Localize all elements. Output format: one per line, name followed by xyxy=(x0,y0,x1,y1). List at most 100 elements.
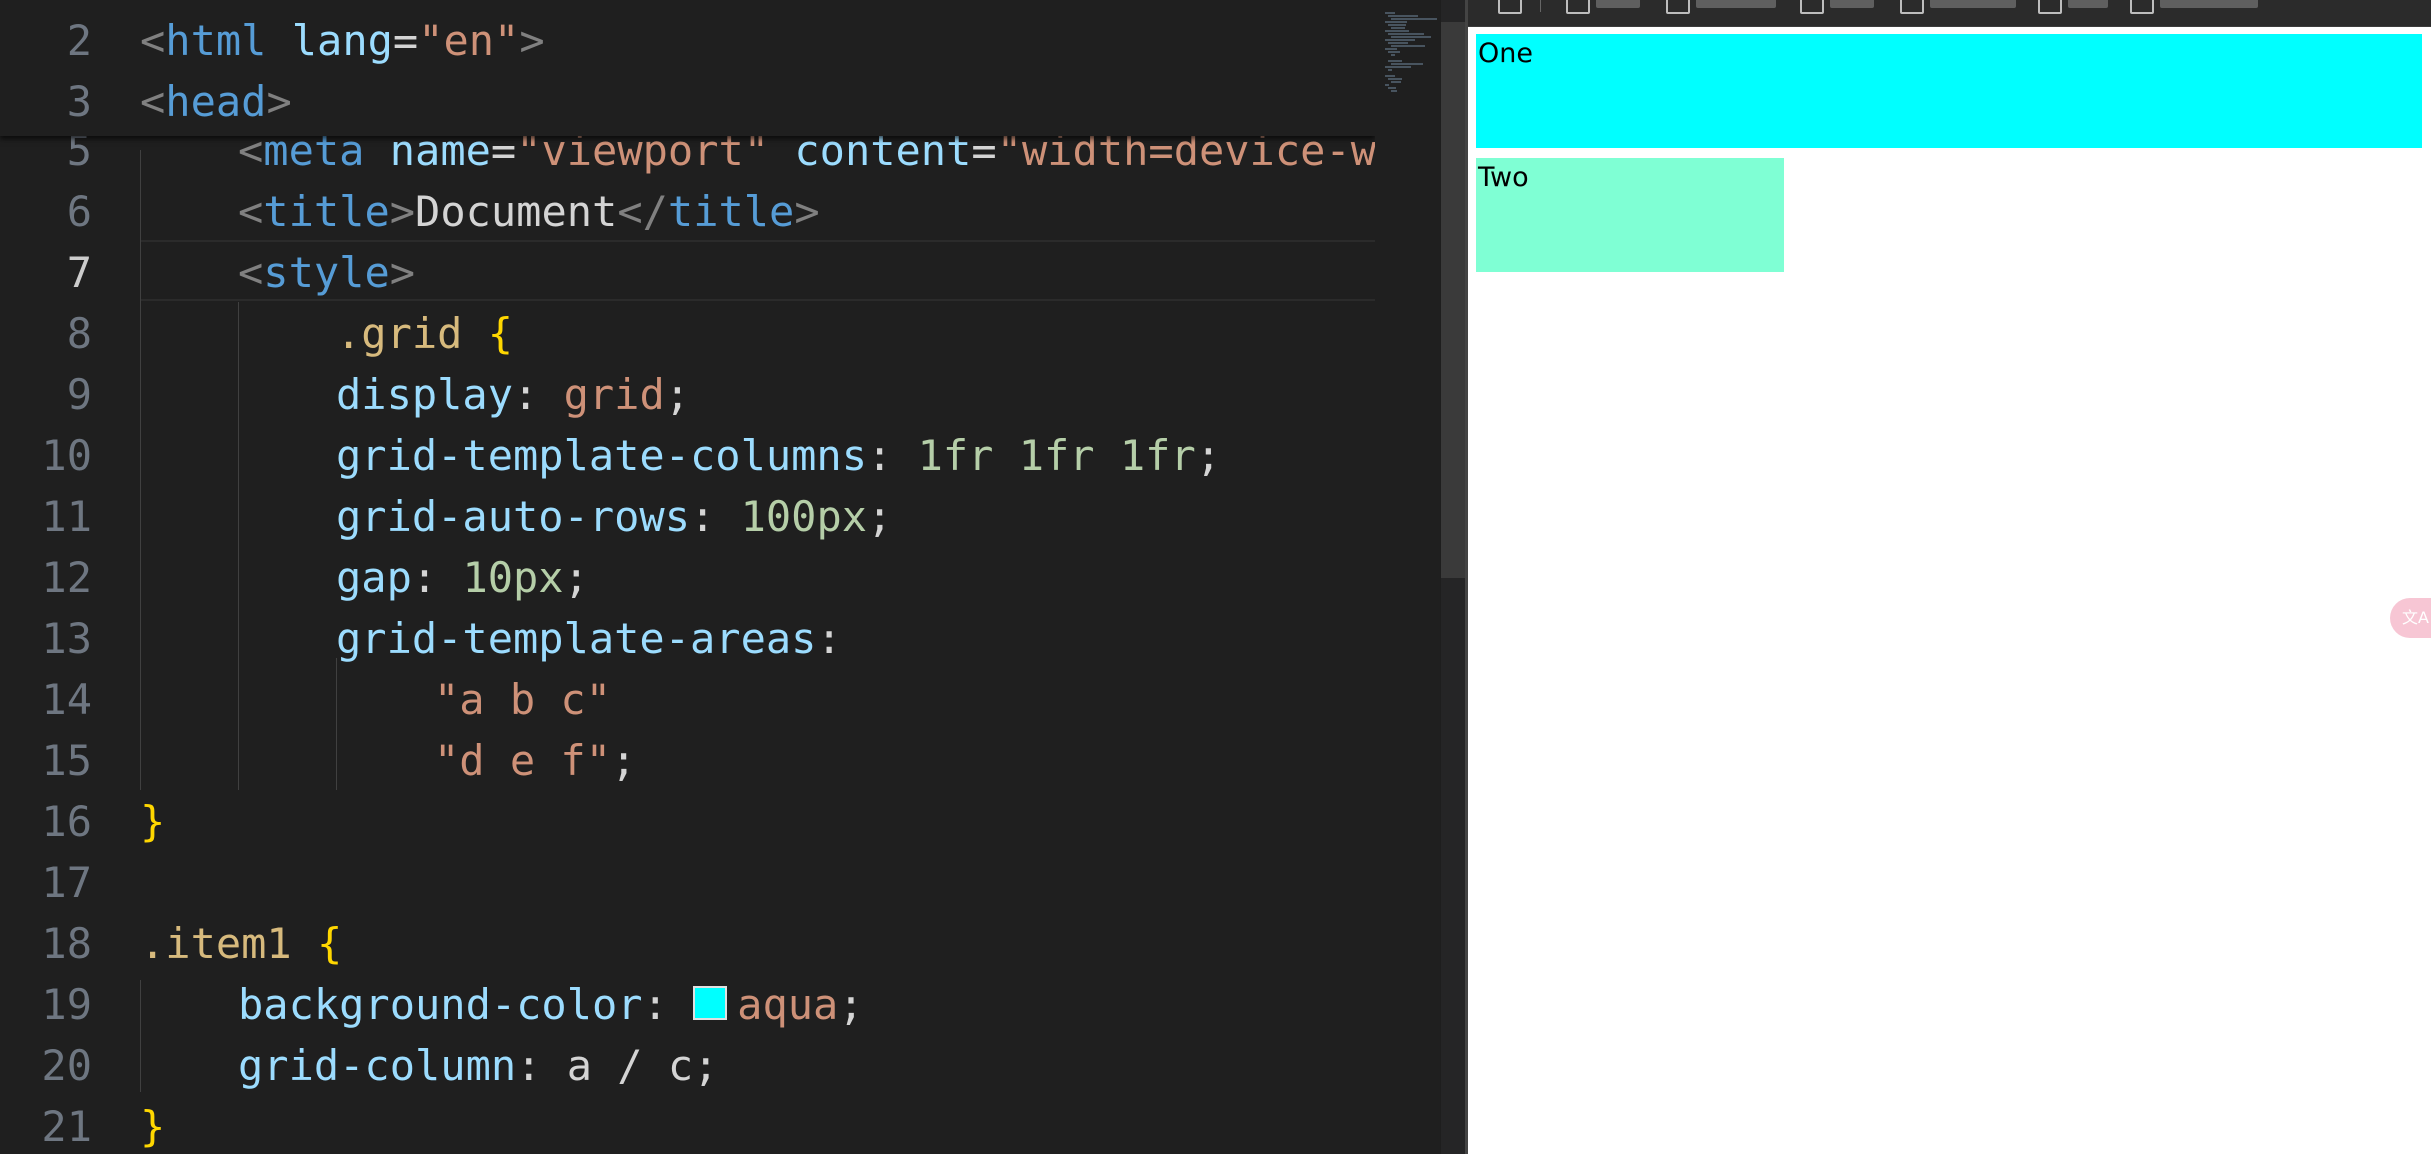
bookmark-label[interactable] xyxy=(2160,0,2258,8)
color-swatch[interactable] xyxy=(693,985,728,1020)
minimap-line xyxy=(1388,69,1392,71)
code-text: <title>Document</title> xyxy=(238,181,820,242)
code-token: title xyxy=(263,187,390,236)
minimap-line xyxy=(1391,81,1401,83)
code-line[interactable]: 3 <head> xyxy=(0,71,1375,132)
code-line[interactable]: 13 grid-template-areas: xyxy=(0,608,1375,669)
code-line[interactable]: 9 display: grid; xyxy=(0,364,1375,425)
translate-icon[interactable]: 文A xyxy=(2390,598,2431,638)
sticky-scroll-header[interactable]: 2 <html lang="en"> 3 <head> xyxy=(0,0,1375,136)
editor-scrollbar-thumb[interactable] xyxy=(1441,22,1465,578)
indent-guide xyxy=(336,658,337,790)
code-token: < xyxy=(238,187,264,236)
code-token: ; xyxy=(838,980,864,1029)
bookmarks-bar xyxy=(1468,0,2431,27)
code-token: < xyxy=(140,16,166,65)
line-number: 6 xyxy=(66,187,92,236)
code-text: background-color: aqua; xyxy=(238,974,864,1035)
code-token: grid xyxy=(563,370,665,419)
bookmark-label[interactable] xyxy=(1830,0,1874,8)
line-number: 2 xyxy=(66,16,92,65)
code-token: ; xyxy=(693,1041,719,1090)
minimap-line xyxy=(1391,36,1431,38)
line-number: 18 xyxy=(41,919,92,968)
folder-icon[interactable] xyxy=(1900,0,1924,14)
code-text: .item1 { xyxy=(140,913,342,974)
code-token: > xyxy=(389,248,416,297)
code-text: <html lang="en"> xyxy=(140,10,545,71)
code-token: ; xyxy=(664,370,691,419)
line-number: 8 xyxy=(66,309,92,358)
grid-item-label: Two xyxy=(1478,162,1529,193)
bookmark-label[interactable] xyxy=(1696,0,1776,8)
code-token: = xyxy=(392,16,419,65)
minimap-line xyxy=(1391,63,1423,65)
code-line[interactable]: 18 .item1 { xyxy=(0,913,1375,974)
folder-icon[interactable] xyxy=(1566,0,1590,14)
code-text: grid-auto-rows: 100px; xyxy=(336,486,892,547)
code-line[interactable]: 2 <html lang="en"> xyxy=(0,10,1375,71)
line-number: 15 xyxy=(41,736,92,785)
folder-icon[interactable] xyxy=(1666,0,1690,14)
code-token: : xyxy=(642,980,694,1029)
code-text: .grid { xyxy=(336,303,513,364)
code-line[interactable]: 8 .grid { xyxy=(0,303,1375,364)
code-text: "a b c" xyxy=(434,669,611,730)
code-line[interactable]: 12 gap: 10px; xyxy=(0,547,1375,608)
apps-icon[interactable] xyxy=(1498,0,1522,14)
code-token: "d e f" xyxy=(434,736,612,785)
minimap-line xyxy=(1388,33,1424,35)
minimap-line xyxy=(1385,39,1415,41)
code-line[interactable]: 16} xyxy=(0,791,1375,852)
folder-icon[interactable] xyxy=(2038,0,2062,14)
code-line[interactable]: 15 "d e f"; xyxy=(0,730,1375,791)
code-text: } xyxy=(140,791,165,852)
code-token: < xyxy=(140,77,166,126)
line-number: 3 xyxy=(66,77,92,126)
code-token: a / c xyxy=(566,1041,694,1090)
code-text: display: grid; xyxy=(336,364,690,425)
minimap[interactable] xyxy=(1375,0,1440,1154)
code-token: ; xyxy=(563,553,589,602)
code-text: gap: 10px; xyxy=(336,547,589,608)
bookmark-label[interactable] xyxy=(1930,0,2016,8)
code-token: { xyxy=(317,919,343,968)
minimap-line xyxy=(1385,84,1389,86)
line-number: 21 xyxy=(41,1102,92,1151)
code-token: } xyxy=(140,797,166,846)
code-line[interactable]: 20 grid-column: a / c; xyxy=(0,1035,1375,1096)
grid-item-one: One xyxy=(1476,34,2422,148)
grid-item-two: Two xyxy=(1476,158,1784,272)
code-token: lang xyxy=(291,16,393,65)
minimap-line xyxy=(1385,21,1407,23)
code-editor[interactable]: 2 <html lang="en"> 3 <head> 5 <meta name="vi… xyxy=(0,0,1375,1154)
bookmark-label[interactable] xyxy=(1596,0,1640,8)
folder-icon[interactable] xyxy=(1800,0,1824,14)
line-number: 7 xyxy=(66,248,92,297)
minimap-line xyxy=(1388,78,1402,80)
code-line[interactable]: 7 <style> xyxy=(0,242,1375,303)
code-token: title xyxy=(667,187,795,236)
indent-guide xyxy=(238,302,239,790)
code-line[interactable]: 6 <title>Document</title> xyxy=(0,181,1375,242)
code-token: gap xyxy=(336,553,412,602)
code-token: ; xyxy=(867,492,893,541)
code-line[interactable]: 21} xyxy=(0,1096,1375,1154)
line-number: 10 xyxy=(41,431,92,480)
folder-icon[interactable] xyxy=(2130,0,2154,14)
minimap-line xyxy=(1391,27,1405,29)
code-token: : xyxy=(411,553,463,602)
code-line[interactable]: 11 grid-auto-rows: 100px; xyxy=(0,486,1375,547)
code-line[interactable]: 14 "a b c" xyxy=(0,669,1375,730)
code-line[interactable]: 19 background-color: aqua; xyxy=(0,974,1375,1035)
code-line[interactable]: 17 xyxy=(0,852,1375,913)
editor-scrollbar[interactable] xyxy=(1441,0,1465,1154)
code-token: Document xyxy=(415,187,618,236)
code-token: head xyxy=(165,77,267,126)
code-line[interactable]: 10 grid-template-columns: 1fr 1fr 1fr; xyxy=(0,425,1375,486)
code-token: ; xyxy=(611,736,637,785)
bookmark-label[interactable] xyxy=(2068,0,2108,8)
code-token: : xyxy=(690,492,741,541)
code-token: > xyxy=(794,187,820,236)
